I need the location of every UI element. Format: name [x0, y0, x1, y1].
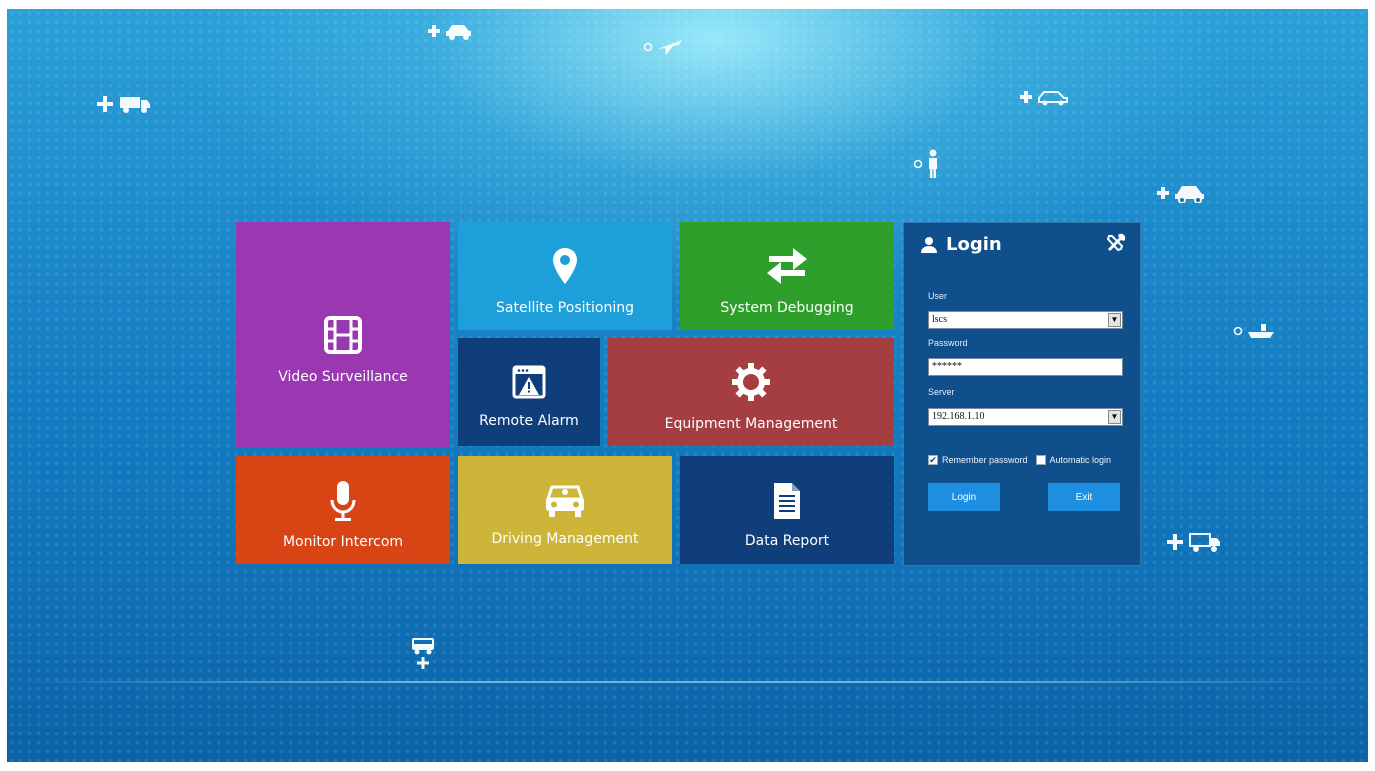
login-header: Login: [920, 234, 1002, 255]
map-pin-icon: [553, 248, 577, 284]
swap-arrows-icon: [767, 248, 807, 284]
alarm-window-icon: [512, 365, 546, 399]
tile-label: Monitor Intercom: [282, 534, 404, 550]
tile-label: Driving Management: [491, 531, 639, 547]
tile-label: Data Report: [744, 533, 830, 549]
plus-car-icon: [1156, 183, 1206, 203]
chevron-down-icon[interactable]: ▼: [1108, 313, 1121, 327]
login-button[interactable]: Login: [928, 483, 1000, 511]
car-icon: [545, 485, 585, 517]
tile-remote-alarm[interactable]: Remote Alarm: [458, 338, 600, 446]
user-value: lscs: [932, 314, 947, 325]
password-label: Password: [928, 338, 968, 348]
plane-icon: [643, 37, 683, 57]
plus-car-icon: [427, 22, 473, 40]
login-options: ✔ Remember password Automatic login: [928, 455, 1111, 465]
tile-monitor-intercom[interactable]: Monitor Intercom: [236, 456, 450, 564]
tile-label: Remote Alarm: [479, 413, 579, 429]
user-select[interactable]: lscs ▼: [928, 311, 1123, 329]
tile-system-debugging[interactable]: System Debugging: [680, 222, 894, 330]
tile-label: Equipment Management: [664, 416, 838, 432]
microphone-icon: [330, 481, 356, 521]
password-field[interactable]: ******: [928, 358, 1123, 376]
person-icon: [913, 149, 939, 179]
server-value: 192.168.1.10: [932, 411, 985, 422]
tile-data-report[interactable]: Data Report: [680, 456, 894, 564]
tile-driving-management[interactable]: Driving Management: [458, 456, 672, 564]
tile-equipment-management[interactable]: Equipment Management: [608, 338, 894, 446]
plus-truck-icon: [95, 94, 151, 114]
login-panel: Login User lscs ▼ Password ****** Server…: [903, 222, 1141, 566]
ship-icon: [1233, 322, 1275, 340]
app-screen: Video Surveillance Satellite Positioning…: [7, 9, 1368, 762]
exit-button[interactable]: Exit: [1048, 483, 1120, 511]
chevron-down-icon[interactable]: ▼: [1108, 410, 1121, 424]
server-select[interactable]: 192.168.1.10 ▼: [928, 408, 1123, 426]
bus-icon: [411, 637, 435, 669]
tile-label: Video Surveillance: [278, 369, 408, 385]
login-title: Login: [946, 234, 1002, 255]
remember-password-label: Remember password: [942, 455, 1028, 465]
horizon-line: [7, 681, 1368, 683]
user-label: User: [928, 291, 948, 301]
film-icon: [324, 316, 362, 354]
remember-password-checkbox[interactable]: ✔: [928, 455, 938, 465]
automatic-login-checkbox[interactable]: [1035, 455, 1046, 465]
user-icon: [921, 236, 937, 253]
password-value: ******: [932, 361, 962, 372]
document-icon: [774, 483, 800, 519]
tile-video-surveillance[interactable]: Video Surveillance: [236, 222, 450, 448]
gear-icon: [732, 363, 770, 401]
automatic-login-label: Automatic login: [1049, 455, 1112, 465]
tile-satellite-positioning[interactable]: Satellite Positioning: [458, 222, 672, 330]
plus-truck-icon: [1165, 531, 1221, 553]
tile-label: System Debugging: [720, 300, 854, 316]
tile-label: Satellite Positioning: [496, 300, 634, 316]
settings-tools-icon[interactable]: [1106, 233, 1126, 257]
server-label: Server: [928, 387, 955, 397]
plus-car-icon: [1019, 88, 1069, 106]
